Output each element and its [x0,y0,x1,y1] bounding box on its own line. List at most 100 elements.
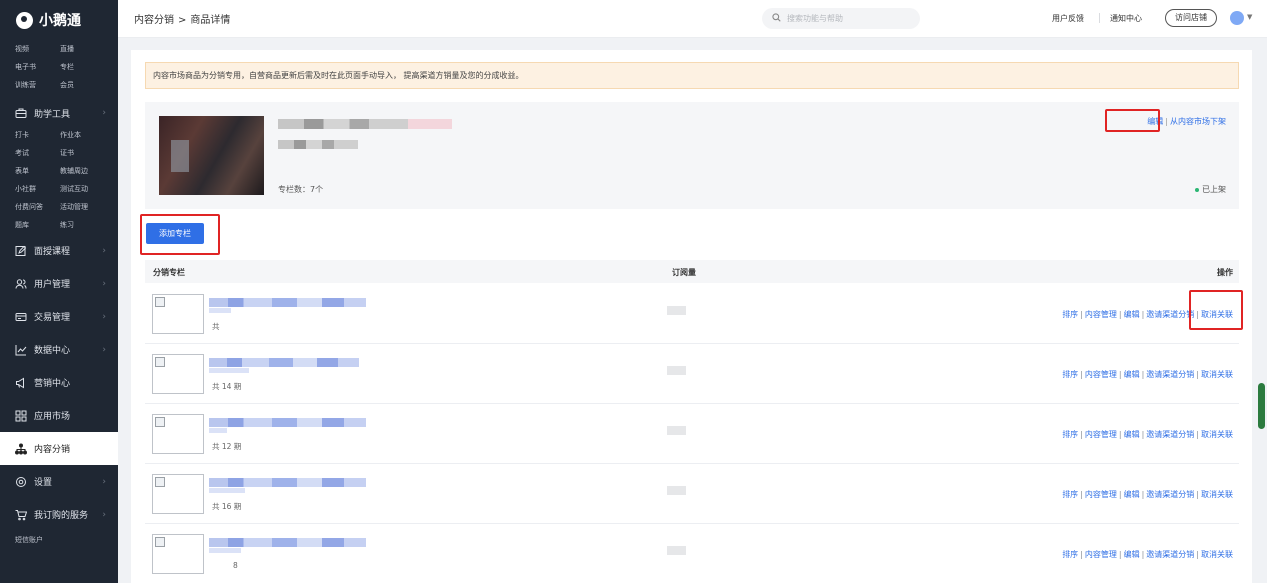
avatar[interactable] [1230,11,1244,25]
sidebar-item-subscribed-services[interactable]: 我订购的服务 › [0,498,118,531]
separator: | [1141,550,1145,559]
sidebar-item-community[interactable]: 小社群 [15,180,60,198]
subscription-count-redacted [667,486,686,495]
separator: | [1080,430,1083,439]
column-image [152,294,204,334]
edit-link[interactable]: 编辑 [1124,310,1140,319]
sidebar-tools-grid: 打卡 作业本 考试 证书 表单 教辅周边 小社群 测试互动 付费问答 活动管理 … [0,126,118,234]
chevron-down-icon[interactable]: ▼ [1247,13,1252,21]
sidebar-item-camp[interactable]: 训练营 [15,76,60,94]
chevron-right-icon: › [102,509,106,520]
table-row: 8 排序 | 内容管理 | 编辑 | 邀请渠道分销 | 取消关联 [145,525,1239,583]
sidebar-item-label: 我订购的服务 [34,511,89,521]
unlist-link[interactable]: 从内容市场下架 [1170,117,1226,126]
invite-channel-link[interactable]: 邀请渠道分销 [1146,430,1194,439]
separator: | [1196,490,1199,499]
sidebar-item-transactions[interactable]: 交易管理 › [0,300,118,333]
breadcrumb-item[interactable]: 内容分销 [134,15,174,26]
sidebar-item-exam[interactable]: 考试 [15,144,60,162]
column-image [152,414,204,454]
sidebar-item-question-bank[interactable]: 题库 [15,216,60,234]
sidebar-item-label: 设置 [34,478,53,488]
sidebar-item-ebook[interactable]: 电子书 [15,58,60,76]
sidebar-item-practice[interactable]: 练习 [60,216,105,234]
sidebar-item-tools[interactable]: 助学工具 › [0,100,118,126]
separator: | [1141,310,1145,319]
sidebar-item-live[interactable]: 直播 [60,40,105,58]
highlight-box [1105,109,1160,132]
app-logo[interactable]: 小鹅通 [0,0,118,40]
sidebar-item-certificate[interactable]: 证书 [60,144,105,162]
sort-link[interactable]: 排序 [1062,370,1078,379]
separator: | [1118,310,1122,319]
invite-channel-link[interactable]: 邀请渠道分销 [1146,310,1194,319]
sidebar-item-activity[interactable]: 活动管理 [60,198,105,216]
share-tree-icon [15,443,27,455]
sidebar-item-content-distribution[interactable]: 内容分销 [0,432,118,465]
sidebar-item-member[interactable]: 会员 [60,76,105,94]
chevron-right-icon: › [102,245,106,256]
sort-link[interactable]: 排序 [1062,550,1078,559]
sort-link[interactable]: 排序 [1062,310,1078,319]
sidebar-item-video[interactable]: 视频 [15,40,60,58]
row-actions: 排序 | 内容管理 | 编辑 | 邀请渠道分销 | 取消关联 [1062,489,1233,500]
sidebar-item-quiz[interactable]: 测试互动 [60,180,105,198]
invite-channel-link[interactable]: 邀请渠道分销 [1146,370,1194,379]
column-image [152,474,204,514]
content-manage-link[interactable]: 内容管理 [1085,310,1117,319]
main-panel: 内容市场商品为分销专用，自营商品更新后需及时在此页面手动导入， 提高渠道方销量及… [131,50,1252,583]
column-title-redacted [209,308,231,313]
edit-link[interactable]: 编辑 [1124,550,1140,559]
separator: | [1118,370,1122,379]
search-input[interactable]: 搜索功能与帮助 [762,8,920,29]
table-row: 共 排序 | 内容管理 | 编辑 | 邀请渠道分销 | 取消关联 [145,285,1239,344]
unlink-link[interactable]: 取消关联 [1201,550,1233,559]
content-manage-link[interactable]: 内容管理 [1085,490,1117,499]
edit-link[interactable]: 编辑 [1124,370,1140,379]
scrollbar-thumb[interactable] [1258,383,1265,429]
sidebar-item-homework[interactable]: 作业本 [60,126,105,144]
sidebar-item-app-market[interactable]: 应用市场 [0,399,118,432]
sidebar-item-data-center[interactable]: 数据中心 › [0,333,118,366]
sidebar-item-checkin[interactable]: 打卡 [15,126,60,144]
column-title-redacted [209,478,366,487]
sidebar-item-column[interactable]: 专栏 [60,58,105,76]
feedback-link[interactable]: 用户反馈 [1052,13,1084,24]
sidebar-item-label: 应用市场 [34,412,71,422]
content-manage-link[interactable]: 内容管理 [1085,370,1117,379]
column-title-redacted [209,358,359,367]
sort-link[interactable]: 排序 [1062,430,1078,439]
sidebar-item-settings[interactable]: 设置 › [0,465,118,498]
edit-link[interactable]: 编辑 [1124,490,1140,499]
separator: | [1141,430,1145,439]
column-image [152,354,204,394]
sidebar-item-users[interactable]: 用户管理 › [0,267,118,300]
product-thumbnail[interactable] [159,116,264,195]
unlink-link[interactable]: 取消关联 [1201,490,1233,499]
sidebar-item-offline-course[interactable]: 面授课程 › [0,234,118,267]
sidebar-item-qa[interactable]: 付费问答 [15,198,60,216]
sort-link[interactable]: 排序 [1062,490,1078,499]
subscription-count-redacted [667,366,686,375]
visit-store-button[interactable]: 访问店铺 [1165,9,1217,27]
content-manage-link[interactable]: 内容管理 [1085,550,1117,559]
unlink-link[interactable]: 取消关联 [1201,370,1233,379]
app-name: 小鹅通 [39,13,81,29]
product-subtitle-redacted [278,140,358,149]
sidebar-top-grid: 视频 直播 电子书 专栏 训练营 会员 [0,40,118,94]
notification-center-link[interactable]: 通知中心 [1110,13,1142,24]
edit-link[interactable]: 编辑 [1124,430,1140,439]
invite-channel-link[interactable]: 邀请渠道分销 [1146,490,1194,499]
column-count: 专栏数：7个 [278,185,324,194]
sidebar-item-peripheral[interactable]: 教辅周边 [60,162,105,180]
sidebar-item-marketing[interactable]: 营销中心 [0,366,118,399]
column-title-redacted [209,488,245,493]
content-manage-link[interactable]: 内容管理 [1085,430,1117,439]
sidebar-item-form[interactable]: 表单 [15,162,60,180]
issue-count: 共 12 期 [212,442,242,451]
invite-channel-link[interactable]: 邀请渠道分销 [1146,550,1194,559]
sidebar-item-label: 用户管理 [34,280,71,290]
unlink-link[interactable]: 取消关联 [1201,430,1233,439]
row-actions: 排序 | 内容管理 | 编辑 | 邀请渠道分销 | 取消关联 [1062,369,1233,380]
sidebar-item-sms-account[interactable]: 短信账户 [0,531,118,549]
